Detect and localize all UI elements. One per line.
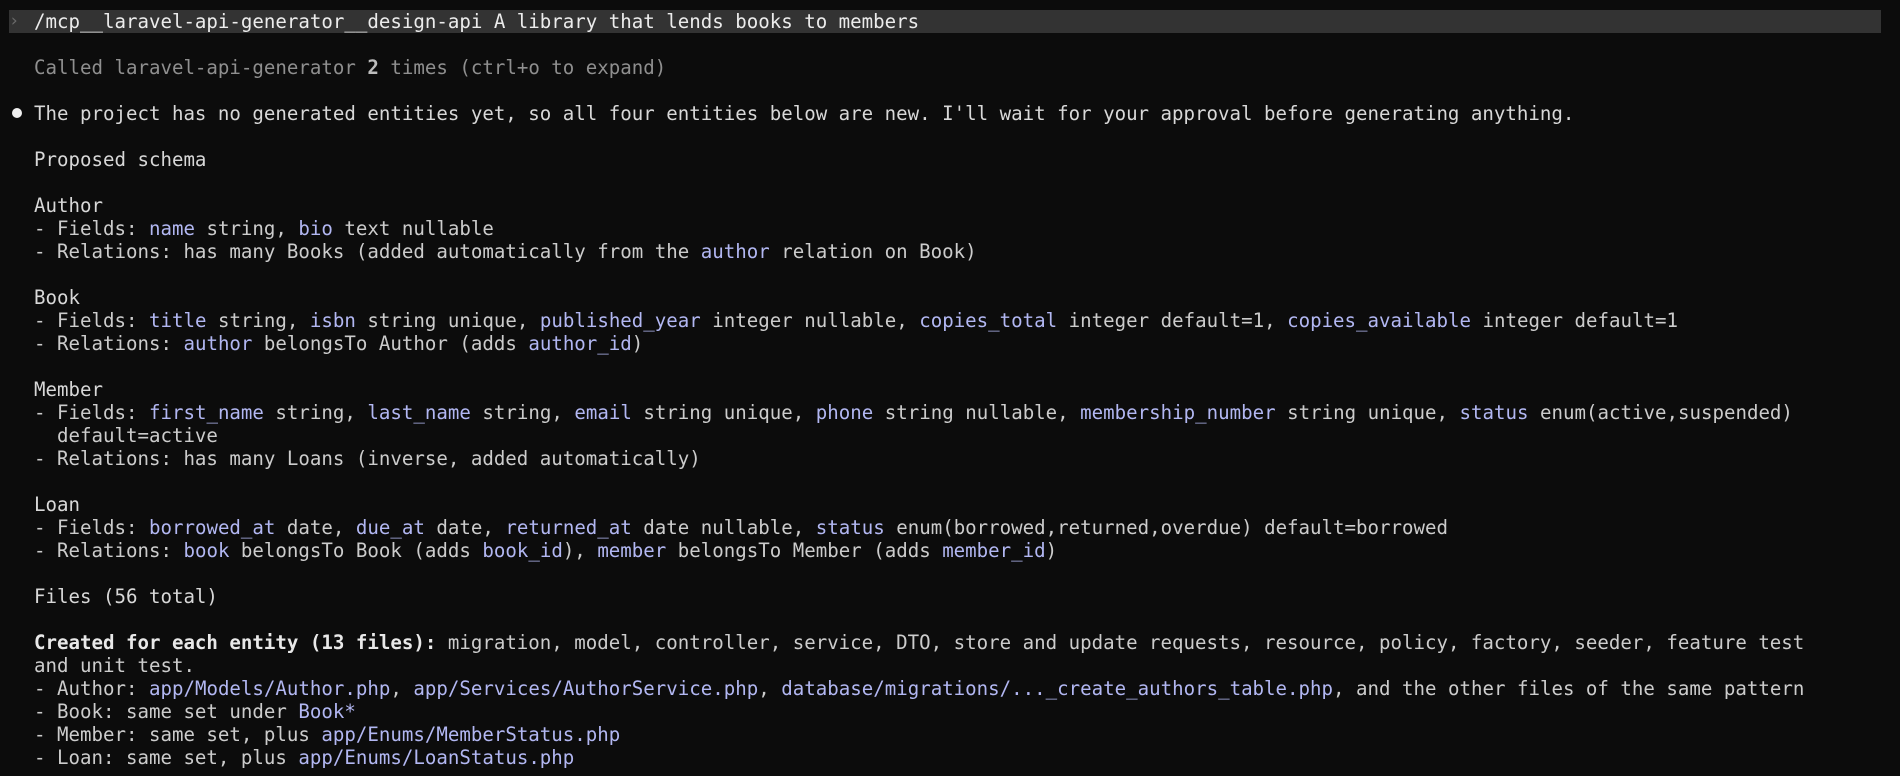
relation-book: book	[183, 539, 230, 562]
message-bullet-icon	[12, 108, 22, 118]
field-status: status	[1459, 401, 1529, 424]
field-title: title	[148, 309, 207, 332]
field-name: name	[148, 217, 195, 240]
entity-member-relations: - Relations: has many Loans (inverse, ad…	[34, 447, 701, 470]
files-member-line: - Member: same set, plus app/Enums/Membe…	[34, 723, 621, 746]
entity-member-fields-continued: default=active	[34, 424, 218, 447]
file-path-link[interactable]: database/migrations/..._create_authors_t…	[781, 677, 1333, 700]
field-isbn: isbn	[309, 309, 356, 332]
entity-author-relations: - Relations: has many Books (added autom…	[34, 240, 977, 263]
field-first-name: first_name	[148, 401, 264, 424]
entity-member-fields: - Fields: first_name string, last_name s…	[34, 401, 1793, 424]
chevron-right-icon: ›	[9, 11, 20, 31]
relation-author: author	[700, 240, 770, 263]
field-bio: bio	[298, 217, 333, 240]
relation-book-id: book_id	[482, 539, 563, 562]
entity-book-title: Book	[34, 286, 80, 309]
field-copies-total: copies_total	[919, 309, 1058, 332]
field-published-year: published_year	[539, 309, 701, 332]
files-loan-line: - Loan: same set, plus app/Enums/LoanSta…	[34, 746, 575, 769]
field-phone: phone	[815, 401, 874, 424]
entity-loan-title: Loan	[34, 493, 80, 516]
tool-call-count: 2	[367, 56, 379, 79]
field-copies-available: copies_available	[1287, 309, 1472, 332]
relation-member: member	[597, 539, 667, 562]
schema-heading: Proposed schema	[34, 148, 207, 171]
field-status: status	[815, 516, 885, 539]
tool-call-prefix: Called laravel-api-generator	[34, 56, 368, 79]
entity-member-title: Member	[34, 378, 103, 401]
files-author-line: - Author: app/Models/Author.php, app/Ser…	[34, 677, 1805, 700]
tool-call-suffix: times (ctrl+o to expand)	[378, 56, 667, 79]
files-heading: Files (56 total)	[34, 585, 218, 608]
field-membership-number: membership_number	[1080, 401, 1276, 424]
terminal-window: › /mcp__laravel-api-generator__design-ap…	[0, 0, 1900, 776]
file-path-link[interactable]: app/Models/Author.php	[149, 677, 390, 700]
entity-book-fields: - Fields: title string, isbn string uniq…	[34, 309, 1678, 332]
file-pattern: Book*	[298, 700, 356, 723]
relation-author: author	[183, 332, 253, 355]
entity-author-title: Author	[34, 194, 103, 217]
entity-loan-fields: - Fields: borrowed_at date, due_at date,…	[34, 516, 1448, 539]
intro-text: The project has no generated entities ye…	[34, 102, 1575, 125]
files-book-line: - Book: same set under Book*	[34, 700, 356, 723]
relation-member-id: member_id	[942, 539, 1046, 562]
field-email: email	[574, 401, 632, 424]
entity-author-fields: - Fields: name string, bio text nullable	[34, 217, 494, 240]
file-path-link[interactable]: app/Enums/MemberStatus.php	[321, 723, 620, 746]
field-due-at: due_at	[355, 516, 425, 539]
file-path-link[interactable]: app/Services/AuthorService.php	[413, 677, 758, 700]
files-created-label: Created for each entity (13 files):	[34, 631, 437, 654]
file-path-link[interactable]: app/Enums/LoanStatus.php	[298, 746, 574, 769]
prompt-command[interactable]: /mcp__laravel-api-generator__design-api …	[34, 10, 919, 33]
field-borrowed-at: borrowed_at	[148, 516, 276, 539]
files-created-line: Created for each entity (13 files): migr…	[34, 631, 1805, 654]
field-returned-at: returned_at	[505, 516, 632, 539]
entity-loan-relations: - Relations: book belongsTo Book (adds b…	[34, 539, 1058, 562]
field-last-name: last_name	[367, 401, 471, 424]
tool-call-summary[interactable]: Called laravel-api-generator 2 times (ct…	[34, 56, 666, 79]
entity-book-relations: - Relations: author belongsTo Author (ad…	[34, 332, 644, 355]
files-created-continued: and unit test.	[34, 654, 195, 677]
relation-author-id: author_id	[528, 332, 632, 355]
